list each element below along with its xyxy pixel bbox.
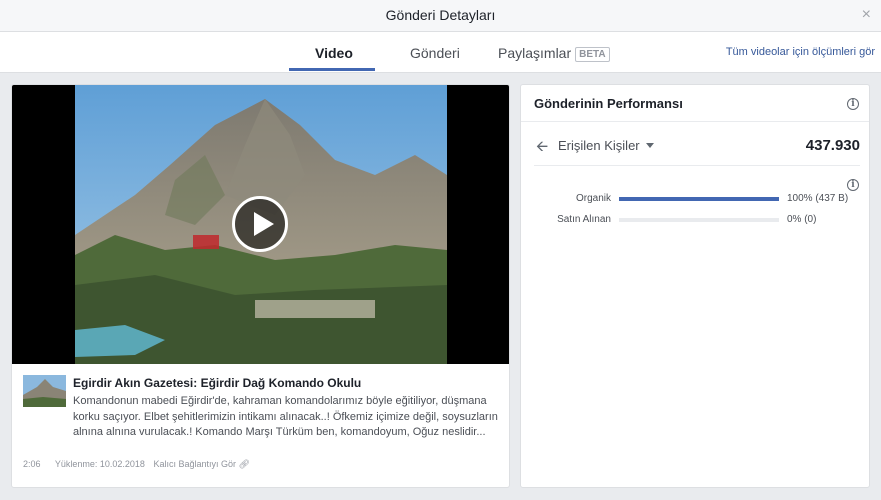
info-icon[interactable]: i <box>847 98 859 110</box>
bar-label: Organik <box>575 193 611 204</box>
video-duration: 2:06 <box>23 459 41 469</box>
panel-title: Gönderinin Performansı <box>534 96 683 111</box>
tab-shares[interactable]: Paylaşımlar BETA <box>498 45 610 62</box>
tab-video[interactable]: Video <box>315 45 353 61</box>
active-tab-indicator <box>289 68 375 71</box>
bar-track <box>619 218 779 222</box>
tab-bar: Video Gönderi Paylaşımlar BETA Tüm videol… <box>0 32 881 73</box>
permalink-link[interactable]: Kalıcı Bağlantıyı Gör <box>153 459 236 469</box>
post-title[interactable]: Egirdir Akın Gazetesi: Eğirdir Dağ Koman… <box>73 376 361 390</box>
panel-header: Gönderinin Performansı i <box>521 85 869 122</box>
post-meta: 2:06 Yüklenme: 10.02.2018 Kalıcı Bağlant… <box>23 459 250 470</box>
all-videos-metrics-link[interactable]: Tüm videolar için ölçümleri gör <box>726 46 875 58</box>
post-performance-panel: Gönderinin Performansı i 🡨 Erişilen Kişi… <box>520 84 870 488</box>
metric-value: 437.930 <box>805 137 860 154</box>
tab-post[interactable]: Gönderi <box>410 45 460 61</box>
video-card: Egirdir Akın Gazetesi: Eğirdir Dağ Koman… <box>11 84 510 488</box>
play-icon[interactable] <box>232 196 288 252</box>
metric-selector[interactable]: Erişilen Kişiler <box>558 138 654 153</box>
dialog-header: Gönderi Detayları × <box>0 0 881 32</box>
info-icon[interactable]: i <box>847 179 859 191</box>
post-description: Komandonun mabedi Eğirdir'de, kahraman k… <box>73 395 498 438</box>
link-icon: 🔗︎ <box>238 459 250 469</box>
video-player[interactable] <box>12 85 509 364</box>
metric-label: Erişilen Kişiler <box>558 138 640 153</box>
post-thumbnail <box>23 375 66 407</box>
upload-date: Yüklenme: 10.02.2018 <box>54 459 145 469</box>
tab-shares-label: Paylaşımlar <box>498 45 572 61</box>
bar-track <box>619 197 779 201</box>
bar-fill <box>619 197 779 201</box>
chevron-down-icon <box>645 143 654 148</box>
back-arrow-icon[interactable]: 🡨 <box>536 136 548 161</box>
bar-value: 100% (437 B) <box>787 193 849 204</box>
bar-value: 0% (0) <box>787 214 817 225</box>
metric-row: 🡨 Erişilen Kişiler 437.930 <box>534 136 860 166</box>
beta-badge: BETA <box>575 47 610 62</box>
bar-label: Satın Alınan <box>557 214 611 225</box>
close-icon[interactable]: × <box>862 6 871 24</box>
dialog-title: Gönderi Detayları <box>385 7 496 23</box>
